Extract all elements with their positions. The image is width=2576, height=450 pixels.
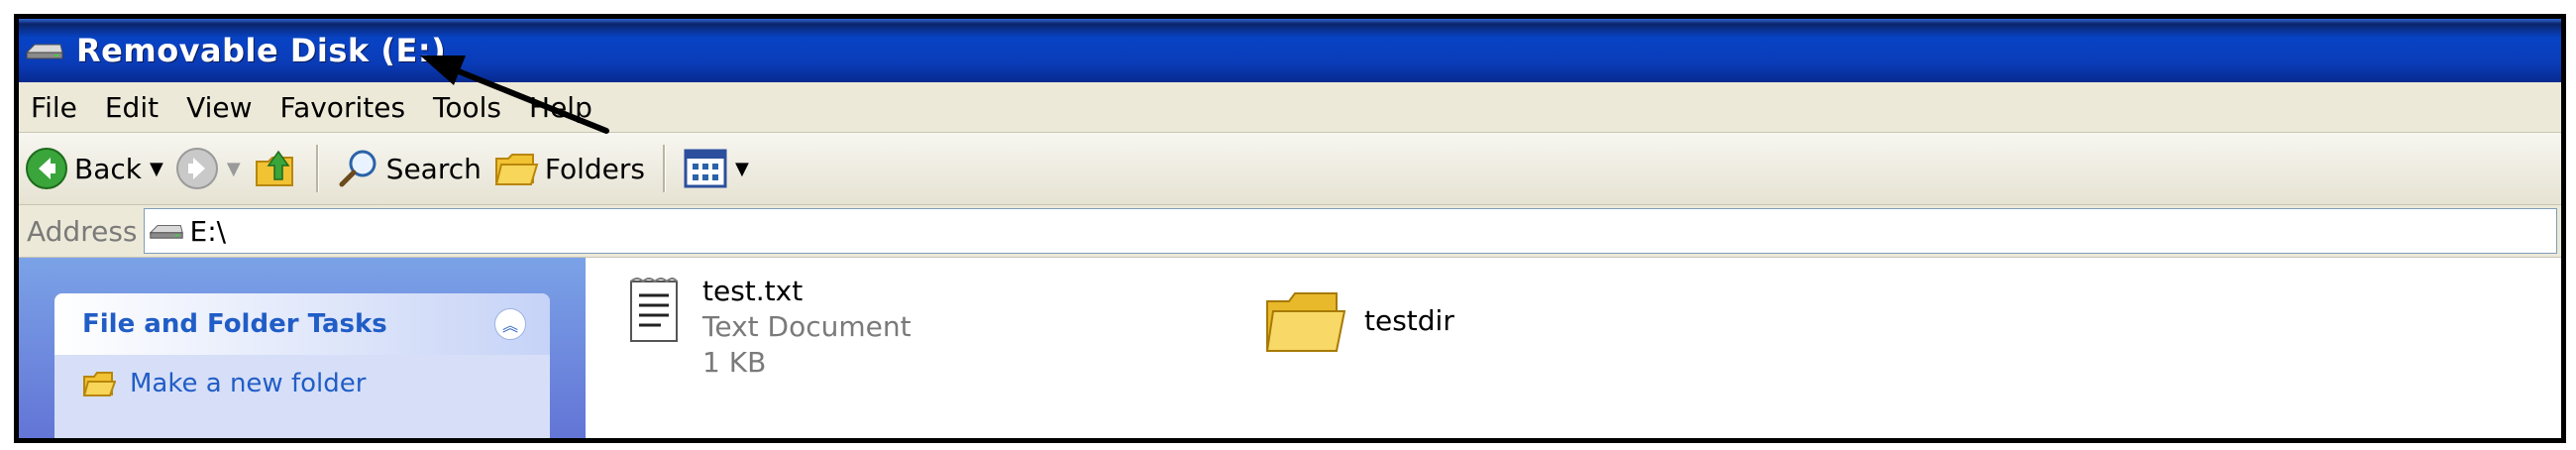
annotation-arrow [420, 56, 609, 134]
